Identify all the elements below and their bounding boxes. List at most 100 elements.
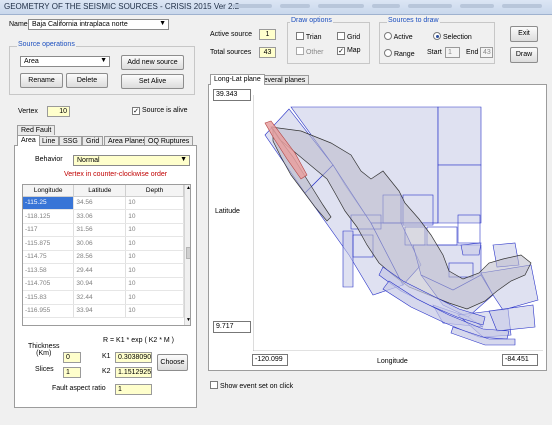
- table-cell[interactable]: 10: [125, 236, 184, 251]
- source-polygon[interactable]: [342, 230, 354, 288]
- behavior-select[interactable]: Normal ▼: [73, 155, 190, 166]
- table-scrollbar[interactable]: ▲ ▼: [184, 185, 190, 325]
- y-max-label: 39.343: [213, 89, 251, 101]
- table-cell[interactable]: 33.06: [73, 209, 127, 224]
- slices-field[interactable]: 1: [63, 367, 81, 378]
- table-row[interactable]: -115.83 32.44 10: [23, 290, 184, 305]
- blurred-toolbar-item: [318, 4, 364, 8]
- map-label: Map: [346, 47, 361, 54]
- column-header-depth[interactable]: Depth: [125, 185, 184, 197]
- plot-panel[interactable]: 39.343 9.717 Latitude -120.099 -84.451 L…: [208, 84, 547, 371]
- table-cell[interactable]: -117: [23, 223, 75, 237]
- scroll-up-icon[interactable]: ▲: [185, 185, 190, 193]
- vertex-field[interactable]: 10: [47, 106, 70, 117]
- behavior-value: Normal: [77, 157, 100, 164]
- column-header-longitude[interactable]: Longitude: [23, 185, 75, 197]
- source-type-select[interactable]: Area ▼: [20, 56, 110, 67]
- table-cell[interactable]: 10: [125, 277, 184, 291]
- source-polygon[interactable]: [488, 304, 536, 332]
- table-cell[interactable]: 30.94: [73, 277, 127, 291]
- table-cell[interactable]: -115.25: [23, 196, 75, 210]
- total-sources-field[interactable]: 43: [259, 47, 276, 58]
- thickness-label: Thickness (Km): [28, 343, 60, 357]
- source-polygon[interactable]: [437, 106, 482, 166]
- source-polygon[interactable]: [460, 242, 482, 256]
- table-cell[interactable]: 10: [125, 209, 184, 224]
- set-alive-button[interactable]: Set Alive: [121, 74, 184, 89]
- table-row[interactable]: -115.25 34.56 10: [23, 196, 184, 210]
- table-cell[interactable]: -116.955: [23, 304, 75, 318]
- sources-map[interactable]: [253, 95, 543, 351]
- table-cell[interactable]: 33.94: [73, 304, 127, 318]
- table-cell[interactable]: -115.83: [23, 290, 75, 305]
- tab-red-fault[interactable]: Red Fault: [17, 125, 56, 135]
- active-radio[interactable]: Active: [384, 31, 413, 41]
- table-row[interactable]: -114.75 28.56 10: [23, 250, 184, 264]
- table-row[interactable]: -118.125 33.06 10: [23, 209, 184, 224]
- tab-long-lat-plane[interactable]: Long-Lat plane: [210, 74, 265, 85]
- chevron-down-icon: ▼: [180, 156, 187, 163]
- table-row[interactable]: -117 31.56 10: [23, 223, 184, 237]
- thickness-field[interactable]: 0: [63, 352, 81, 363]
- active-source-field[interactable]: 1: [259, 29, 276, 40]
- checkbox-icon: [210, 381, 218, 389]
- table-cell[interactable]: -114.705: [23, 277, 75, 291]
- table-cell[interactable]: 10: [125, 223, 184, 237]
- blurred-toolbar-item: [460, 4, 494, 8]
- add-new-source-button[interactable]: Add new source: [121, 55, 184, 70]
- table-cell[interactable]: 10: [125, 250, 184, 264]
- table-cell[interactable]: -115.875: [23, 236, 75, 251]
- source-alive-checkbox[interactable]: ✓ Source is alive: [132, 106, 187, 115]
- scrollbar-thumb[interactable]: [186, 247, 190, 259]
- trian-checkbox[interactable]: Trian: [296, 31, 322, 41]
- table-cell[interactable]: -113.58: [23, 263, 75, 278]
- table-cell[interactable]: -118.125: [23, 209, 75, 224]
- range-radio-label: Range: [393, 51, 415, 58]
- table-cell[interactable]: 10: [125, 263, 184, 278]
- table-cell[interactable]: 29.44: [73, 263, 127, 278]
- exit-button[interactable]: Exit: [510, 26, 538, 42]
- table-cell[interactable]: 10: [125, 290, 184, 305]
- blurred-toolbar-item: [502, 4, 542, 8]
- table-row[interactable]: -116.955 33.94 10: [23, 304, 184, 318]
- blurred-toolbar-item: [372, 4, 400, 8]
- table-row[interactable]: -114.705 30.94 10: [23, 277, 184, 291]
- k2-field[interactable]: 1.151292547: [115, 367, 152, 378]
- vertex-order-note: Vertex in counter-clockwise order: [64, 171, 168, 178]
- name-select[interactable]: Baja California intraplaca norte ▼: [28, 19, 169, 30]
- y-axis-label: Latitude: [215, 208, 240, 215]
- vertex-table-grid: Longitude Latitude Depth -115.25 34.56 10 …: [23, 185, 184, 318]
- column-header-latitude[interactable]: Latitude: [73, 185, 127, 197]
- fault-aspect-ratio-field[interactable]: 1: [115, 384, 152, 395]
- main-window: GEOMETRY OF THE SEISMIC SOURCES - CRISIS…: [0, 0, 552, 425]
- table-row[interactable]: -113.58 29.44 10: [23, 263, 184, 278]
- draw-button[interactable]: Draw: [510, 47, 538, 63]
- start-field[interactable]: 1: [445, 47, 460, 58]
- selection-radio[interactable]: Selection: [433, 31, 472, 41]
- grid-checkbox[interactable]: Grid: [337, 31, 360, 41]
- table-cell[interactable]: 32.44: [73, 290, 127, 305]
- tab-area[interactable]: Area: [17, 135, 40, 146]
- delete-button[interactable]: Delete: [66, 73, 108, 88]
- table-cell[interactable]: 31.56: [73, 223, 127, 237]
- blurred-toolbar-item: [408, 4, 452, 8]
- scroll-down-icon[interactable]: ▼: [185, 317, 190, 325]
- other-checkbox[interactable]: Other: [296, 46, 323, 56]
- table-cell[interactable]: 10: [125, 196, 184, 210]
- end-label: End: [466, 49, 479, 56]
- choose-button[interactable]: Choose: [157, 354, 188, 371]
- rename-button[interactable]: Rename: [20, 73, 63, 88]
- table-cell[interactable]: 30.06: [73, 236, 127, 251]
- table-cell[interactable]: 28.56: [73, 250, 127, 264]
- table-cell[interactable]: 10: [125, 304, 184, 318]
- table-cell[interactable]: -114.75: [23, 250, 75, 264]
- map-checkbox[interactable]: ✓ Map: [337, 46, 361, 55]
- table-row[interactable]: -115.875 30.06 10: [23, 236, 184, 251]
- slices-label: Slices: [35, 366, 54, 373]
- table-cell[interactable]: 34.56: [73, 196, 127, 210]
- k1-field[interactable]: 0.303809053: [115, 352, 152, 363]
- show-event-set-checkbox[interactable]: Show event set on click: [210, 380, 293, 390]
- end-field[interactable]: 43: [480, 47, 493, 58]
- range-radio[interactable]: Range: [384, 48, 415, 58]
- radio-icon: [433, 32, 441, 40]
